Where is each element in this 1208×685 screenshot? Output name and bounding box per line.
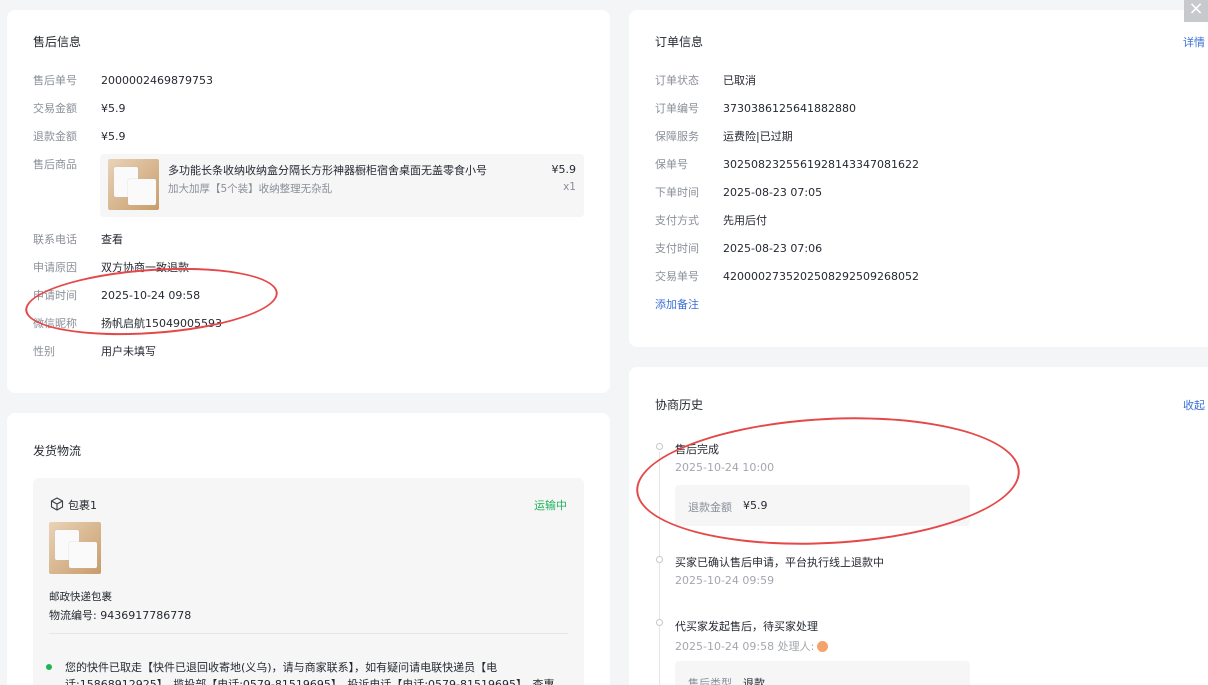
row-value: 扬帆启航15049005593 — [101, 317, 222, 330]
row-value: 2025-10-24 09:58 — [101, 288, 201, 302]
row-label: 支付时间 — [655, 242, 699, 255]
event-time: 2025-10-24 09:59 — [675, 574, 775, 587]
add-note-link[interactable]: 添加备注 — [655, 296, 699, 312]
refund-amount-row: 退款金额 ¥5.9 — [33, 128, 126, 144]
refund-amount-box: 退款金额 ¥5.9 — [675, 485, 970, 526]
package-icon — [50, 496, 64, 515]
timeline-dot — [656, 619, 663, 626]
box-label: 退款金额 — [688, 501, 732, 514]
row-value: ¥5.9 — [101, 101, 126, 115]
row-label: 微信昵称 — [33, 317, 77, 330]
row-label: 交易单号 — [655, 270, 699, 283]
order-card — [629, 10, 1208, 347]
logistics-event: 您的快件已取走【快件已退回收寄地(义乌)，请与商家联系】，如有疑问请电联快递员【… — [65, 659, 570, 685]
timeline-line — [659, 452, 660, 685]
product-thumbnail — [108, 159, 159, 210]
gender-row: 性别 用户未填写 — [33, 343, 156, 359]
row-value: 3730386125641882880 — [723, 101, 856, 115]
row-value: 双方协商一致退款 — [101, 261, 189, 274]
handler-avatar — [817, 640, 829, 652]
order-row: 保单号 3025082325561928143347081622 — [655, 156, 919, 172]
shipping-status: 运输中 — [534, 499, 567, 512]
row-label: 交易金额 — [33, 102, 77, 115]
order-row: 订单编号 3730386125641882880 — [655, 100, 856, 116]
box-value: ¥5.9 — [743, 499, 768, 512]
row-value: ¥5.9 — [101, 129, 126, 143]
apply-time-row: 申请时间 2025-10-24 09:58 — [33, 287, 200, 303]
row-label: 售后商品 — [33, 158, 77, 171]
order-detail-link[interactable]: 详情 — [1183, 34, 1205, 50]
product-qty: x1 — [563, 181, 576, 193]
product-spec: 加大加厚【5个装】收纳整理无杂乱 — [168, 183, 333, 195]
event-time: 2025-10-24 10:00 — [675, 461, 775, 474]
order-row: 下单时间 2025-08-23 07:05 — [655, 184, 822, 200]
logistics-title: 发货物流 — [33, 444, 82, 458]
event-time-text: 2025-10-24 09:58 处理人: — [675, 640, 815, 653]
package-thumbnail — [49, 522, 101, 574]
row-label: 下单时间 — [655, 186, 699, 199]
row-label: 支付方式 — [655, 214, 699, 227]
box-value: 退款 — [743, 677, 765, 685]
after-sale-no-row: 售后单号 2000002469879753 — [33, 72, 213, 88]
after-sale-type-box: 售后类型 退款 — [675, 661, 970, 685]
tracking-value[interactable]: 9436917786778 — [100, 609, 191, 622]
box-label: 售后类型 — [688, 677, 732, 685]
logistics-event-line: 您的快件已取走【快件已退回收寄地(义乌)，请与商家联系】，如有疑问请电联快递员【… — [65, 661, 498, 674]
product-name: 多功能长条收纳收纳盒分隔长方形神器橱柜宿舍桌面无盖零食小号 — [168, 164, 487, 177]
product-label-row: 售后商品 — [33, 156, 101, 172]
row-value: 2025-08-23 07:06 — [723, 241, 823, 255]
apply-reason-row: 申请原因 双方协商一致退款 — [33, 259, 189, 275]
view-phone-link[interactable]: 查看 — [101, 231, 123, 247]
event-title: 售后完成 — [675, 443, 719, 456]
tracking-label: 物流编号: — [49, 609, 97, 622]
timeline-dot — [656, 443, 663, 450]
row-value: 3025082325561928143347081622 — [723, 157, 919, 171]
collapse-link[interactable]: 收起 — [1183, 397, 1205, 413]
add-note-row: 添加备注 — [655, 296, 699, 312]
row-value: 2025-08-23 07:05 — [723, 185, 823, 199]
row-label: 售后单号 — [33, 74, 77, 87]
row-label: 退款金额 — [33, 130, 77, 143]
divider — [49, 633, 568, 634]
event-title: 买家已确认售后申请，平台执行线上退款中 — [675, 556, 884, 569]
row-value: 已取消 — [723, 74, 756, 87]
timeline-dot — [46, 664, 52, 670]
row-label: 性别 — [33, 345, 55, 358]
trade-amount-row: 交易金额 ¥5.9 — [33, 100, 126, 116]
row-label: 申请原因 — [33, 261, 77, 274]
row-label: 保障服务 — [655, 130, 699, 143]
event-title: 代买家发起售后，待买家处理 — [675, 620, 818, 633]
order-row: 支付时间 2025-08-23 07:06 — [655, 240, 822, 256]
carrier-name: 邮政快递包裹 — [49, 591, 112, 603]
history-title: 协商历史 — [655, 398, 704, 412]
package-panel: 包裹1 运输中 邮政快递包裹 物流编号: 9436917786778 — [33, 478, 584, 685]
row-label: 订单状态 — [655, 74, 699, 87]
row-value: 运费险|已过期 — [723, 130, 793, 143]
order-title: 订单信息 — [655, 35, 704, 49]
timeline-dot — [656, 556, 663, 563]
package-name: 包裹1 — [68, 499, 97, 512]
row-label: 订单编号 — [655, 102, 699, 115]
order-row: 交易单号 4200002735202508292509268052 — [655, 268, 919, 284]
row-label: 申请时间 — [33, 289, 77, 302]
phone-row: 联系电话 查看 — [33, 231, 123, 247]
row-value: 4200002735202508292509268052 — [723, 269, 919, 283]
order-row: 订单状态 已取消 — [655, 72, 756, 88]
tracking-number: 物流编号: 9436917786778 — [49, 607, 191, 623]
logistics-event-line: 话:15868912925】，揽投部【电话:0579-81519695】，投诉电… — [65, 678, 555, 685]
product-card[interactable]: 多功能长条收纳收纳盒分隔长方形神器橱柜宿舍桌面无盖零食小号 加大加厚【5个装】收… — [100, 154, 584, 217]
row-label: 联系电话 — [33, 233, 77, 246]
row-value: 用户未填写 — [101, 345, 156, 358]
order-row: 保障服务 运费险|已过期 — [655, 128, 793, 144]
row-value: 2000002469879753 — [101, 73, 213, 87]
order-row: 支付方式 先用后付 — [655, 212, 767, 228]
after-sale-title: 售后信息 — [33, 35, 82, 49]
wechat-nickname-row: 微信昵称 扬帆启航15049005593 — [33, 315, 222, 331]
event-time: 2025-10-24 09:58 处理人: — [675, 638, 829, 654]
row-label: 保单号 — [655, 158, 688, 171]
close-icon[interactable]: × — [1184, 0, 1208, 22]
row-value: 先用后付 — [723, 214, 767, 227]
product-price: ¥5.9 — [551, 163, 577, 176]
